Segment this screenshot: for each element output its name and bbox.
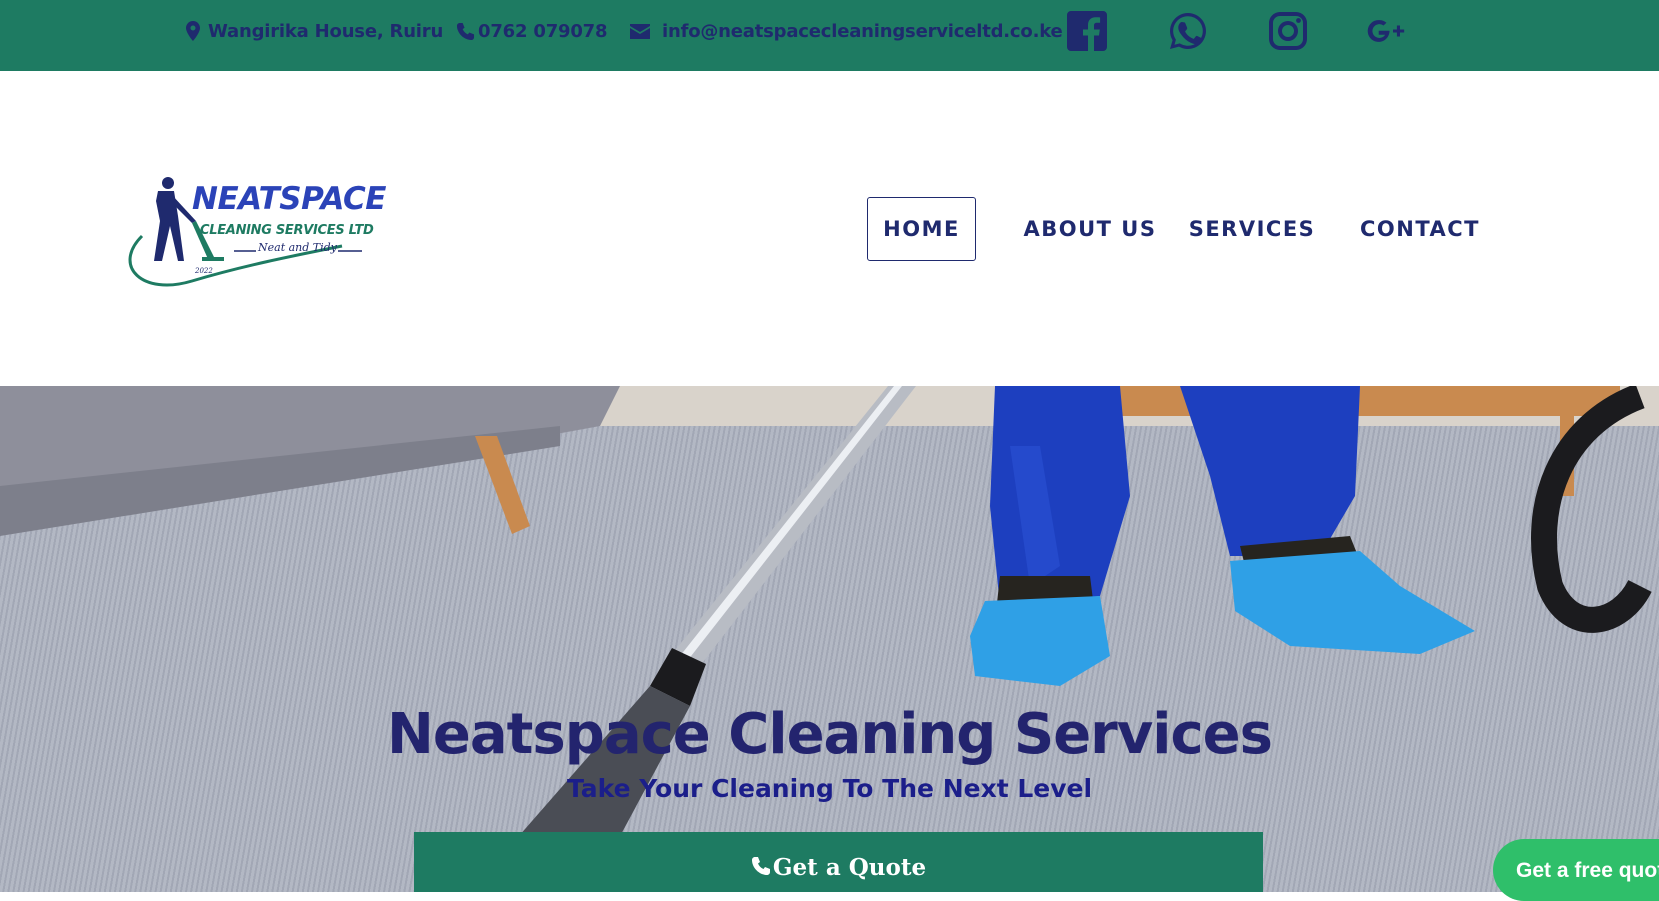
hero-subtitle: Take Your Cleaning To The Next Level — [566, 774, 1093, 803]
logo-subtitle: CLEANING SERVICES LTD — [200, 223, 374, 238]
nav-about-us[interactable]: ABOUT US — [1015, 197, 1165, 261]
instagram-icon — [1269, 12, 1307, 50]
phone-info[interactable]: 0762 079078 — [456, 0, 608, 62]
company-logo[interactable]: 2022 NEATSPACE CLEANING SERVICES LTD Nea… — [112, 171, 392, 291]
logo-tagline: Neat and Tidy — [258, 241, 337, 254]
site-header: 2022 NEATSPACE CLEANING SERVICES LTD Nea… — [0, 71, 1659, 386]
address-text: Wangirika House, Ruiru — [208, 20, 444, 42]
get-quote-button[interactable]: Get a Quote — [414, 832, 1263, 892]
whatsapp-icon — [1170, 13, 1206, 49]
hero-banner: Neatspace Cleaning Services Take Your Cl… — [0, 386, 1659, 892]
google-plus-link[interactable] — [1366, 10, 1406, 52]
facebook-icon — [1067, 11, 1107, 51]
get-quote-label: Get a Quote — [772, 854, 927, 881]
hero-background-image — [0, 386, 1659, 892]
hero-title: Neatspace Cleaning Services — [387, 702, 1273, 767]
instagram-link[interactable] — [1268, 10, 1308, 52]
whatsapp-link[interactable] — [1168, 10, 1208, 52]
phone-icon — [456, 22, 475, 40]
top-contact-bar: Wangirika House, Ruiru 0762 079078 info@… — [0, 0, 1659, 71]
nav-contact[interactable]: CONTACT — [1360, 197, 1479, 261]
google-plus-icon — [1367, 20, 1405, 42]
email-info[interactable]: info@neatspacecleaningserviceltd.co.ke — [630, 0, 1063, 62]
phone-icon — [751, 857, 770, 875]
svg-text:2022: 2022 — [194, 267, 213, 275]
envelope-icon — [630, 23, 650, 39]
map-pin-icon — [186, 21, 200, 41]
email-text: info@neatspacecleaningserviceltd.co.ke — [662, 20, 1063, 42]
facebook-link[interactable] — [1067, 10, 1107, 52]
nav-services[interactable]: SERVICES — [1189, 197, 1314, 261]
nav-home[interactable]: HOME — [867, 197, 976, 261]
phone-text: 0762 079078 — [478, 20, 608, 42]
logo-name: NEATSPACE — [192, 181, 386, 217]
address-info: Wangirika House, Ruiru — [186, 0, 443, 62]
